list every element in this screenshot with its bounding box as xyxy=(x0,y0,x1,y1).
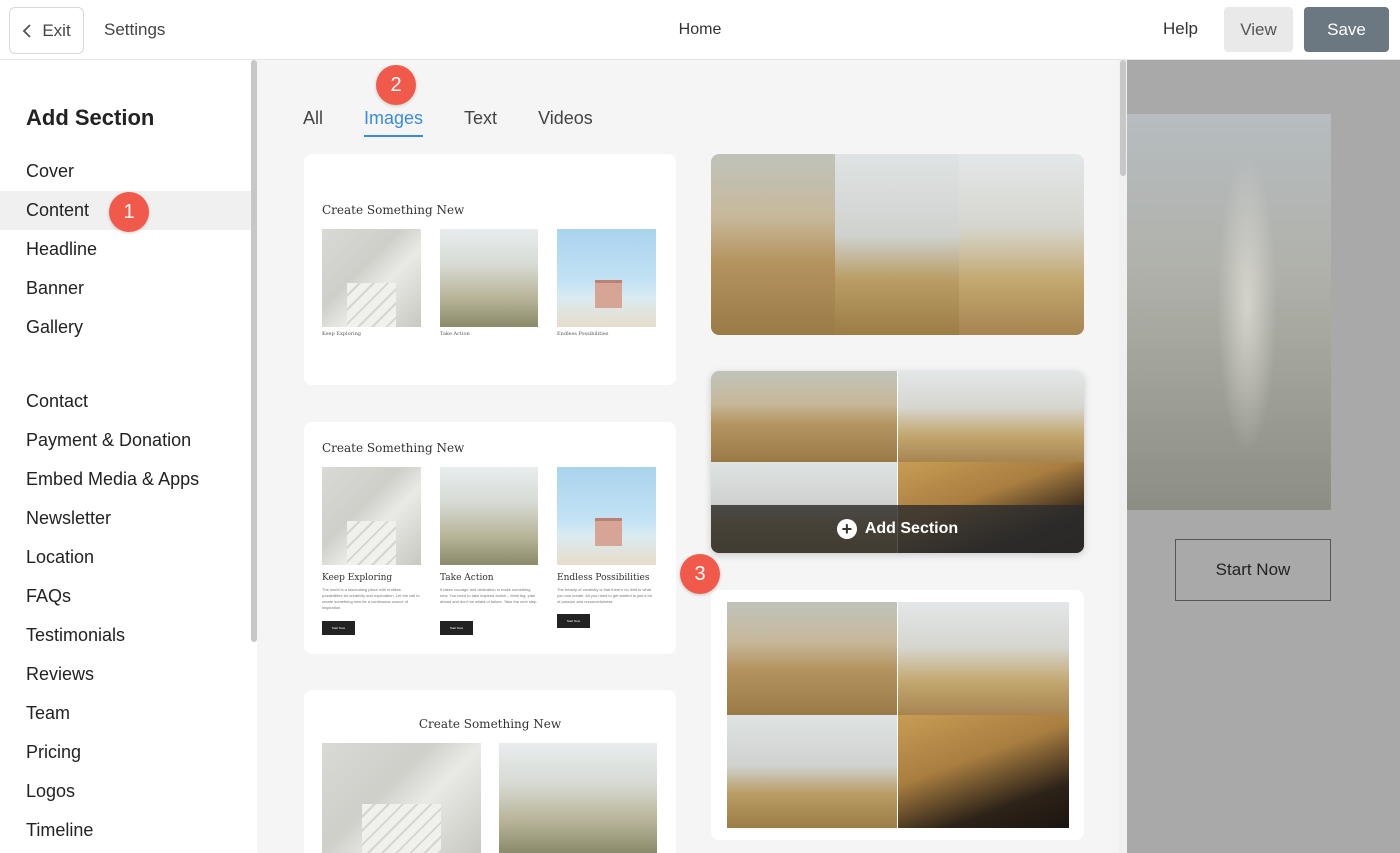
gallery-scroll-track xyxy=(1119,60,1127,853)
step-badge-3: 3 xyxy=(680,554,720,594)
tab-images[interactable]: Images xyxy=(364,108,424,137)
add-section-label: Add Section xyxy=(864,520,959,537)
settings-link[interactable]: Settings xyxy=(104,20,165,40)
sidebar-item-embed-media-apps[interactable]: Embed Media & Apps xyxy=(0,460,251,499)
sidebar-item-reviews[interactable]: Reviews xyxy=(0,655,251,694)
thumbnail-caption: Endless Possibilities xyxy=(557,573,650,583)
category-tabs: All Images Text Videos xyxy=(303,108,634,137)
sidebar-item-timeline[interactable]: Timeline xyxy=(0,811,251,850)
chevron-left-icon xyxy=(23,23,31,38)
thumbnail-image xyxy=(499,743,657,853)
thumbnail-image xyxy=(835,154,959,335)
sidebar-item-logos[interactable]: Logos xyxy=(0,772,251,811)
sidebar-item-payment-donation[interactable]: Payment & Donation xyxy=(0,421,251,460)
sidebar-item-newsletter[interactable]: Newsletter xyxy=(0,499,251,538)
thumbnail-image xyxy=(440,467,538,565)
thumbnail-body-text: The world is a fascinating place with en… xyxy=(322,587,420,610)
card-title: Create Something New xyxy=(322,203,465,217)
thumbnail-image xyxy=(727,715,897,828)
section-template-card[interactable]: Create Something New Keep Exploring Take… xyxy=(304,422,676,654)
view-button[interactable]: View xyxy=(1224,7,1293,52)
sidebar-item-faqs[interactable]: FAQs xyxy=(0,577,251,616)
step-badge-1: 1 xyxy=(109,192,149,232)
mini-start-button: Start Now xyxy=(322,621,355,635)
thumbnail-body-text: The beauty of creativity is that there's… xyxy=(557,587,652,604)
thumbnail-image xyxy=(322,229,421,327)
thumbnail-image xyxy=(440,229,538,327)
save-button[interactable]: Save xyxy=(1304,7,1389,52)
thumbnail-image xyxy=(898,602,1069,715)
thumbnail-image xyxy=(959,154,1084,335)
sidebar-item-location[interactable]: Location xyxy=(0,538,251,577)
section-template-card[interactable] xyxy=(711,154,1084,335)
add-section-sidebar: Add Section Cover Content Headline Banne… xyxy=(0,60,251,853)
thumbnail-image xyxy=(898,371,1084,462)
sidebar-item-team[interactable]: Team xyxy=(0,694,251,733)
tab-all[interactable]: All xyxy=(303,108,323,137)
thumbnail-caption: Endless Possibilities xyxy=(557,331,609,337)
thumbnail-image xyxy=(727,602,897,715)
thumbnail-image xyxy=(557,229,656,327)
sidebar-title: Add Section xyxy=(26,105,155,130)
thumbnail-caption: Keep Exploring xyxy=(322,331,361,337)
help-link[interactable]: Help xyxy=(1163,19,1198,39)
sidebar-item-banner[interactable]: Banner xyxy=(0,269,251,308)
thumbnail-caption: Take Action xyxy=(440,573,494,583)
card-title: Create Something New xyxy=(418,717,562,731)
plus-circle-icon: + xyxy=(836,519,857,539)
section-template-card[interactable]: Create Something New xyxy=(304,690,676,853)
sidebar-item-cover[interactable]: Cover xyxy=(0,152,251,191)
exit-label: Exit xyxy=(42,20,71,40)
top-bar: Exit Settings Home Help View Save xyxy=(0,0,1400,60)
thumbnail-image xyxy=(557,467,656,565)
exit-button[interactable]: Exit xyxy=(9,7,84,54)
section-template-card[interactable] xyxy=(711,590,1084,840)
sidebar-item-headline[interactable]: Headline xyxy=(0,230,251,269)
thumbnail-image xyxy=(322,467,421,565)
preview-image xyxy=(1127,114,1331,510)
sidebar-item-testimonials[interactable]: Testimonials xyxy=(0,616,251,655)
sidebar-item-pricing[interactable]: Pricing xyxy=(0,733,251,772)
thumbnail-image xyxy=(898,715,1069,828)
section-template-card[interactable]: Create Something New Keep Exploring Take… xyxy=(304,154,676,385)
page-preview: Start Now xyxy=(1127,60,1400,853)
mini-start-button: Start Now xyxy=(440,621,473,635)
tab-videos[interactable]: Videos xyxy=(538,108,593,137)
thumbnail-body-text: It takes courage and dedication to make … xyxy=(440,587,538,604)
sidebar-item-contact[interactable]: Contact xyxy=(0,382,251,421)
gallery-scrollbar[interactable] xyxy=(1120,60,1126,176)
step-badge-2: 2 xyxy=(376,65,416,105)
thumbnail-image xyxy=(711,371,897,462)
mini-start-button: Start Now xyxy=(557,614,590,628)
thumbnail-image xyxy=(711,154,835,335)
add-section-button[interactable]: + Add Section xyxy=(711,505,1084,553)
section-template-card-hovered[interactable]: + Add Section xyxy=(711,371,1084,553)
thumbnail-caption: Take Action xyxy=(440,331,470,337)
card-title: Create Something New xyxy=(322,441,465,455)
thumbnail-caption: Keep Exploring xyxy=(322,573,393,583)
tab-text[interactable]: Text xyxy=(464,108,497,137)
preview-start-button[interactable]: Start Now xyxy=(1175,539,1331,601)
sidebar-item-gallery[interactable]: Gallery xyxy=(0,308,251,347)
thumbnail-image xyxy=(322,743,481,853)
